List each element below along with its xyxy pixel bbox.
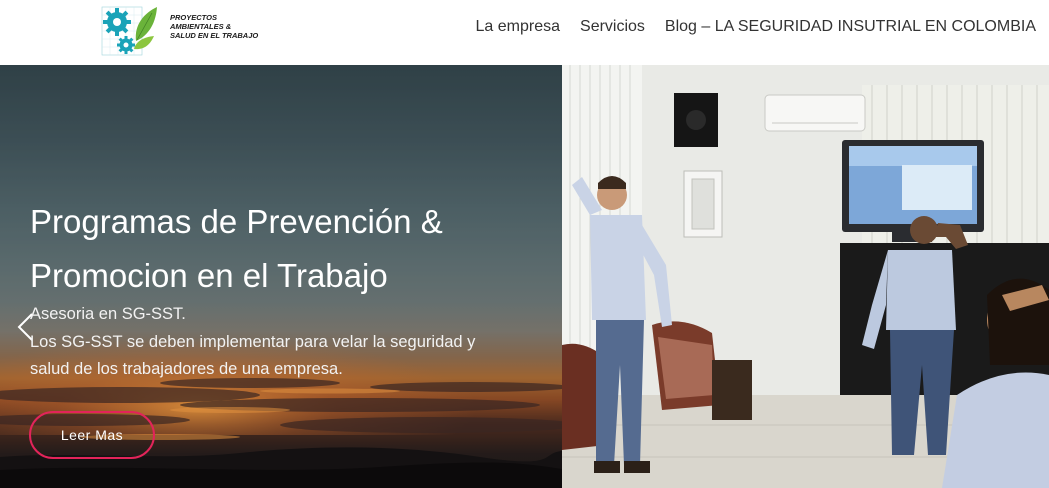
slide-title-line-2: Promocion en el Trabajo <box>30 257 388 294</box>
logo-text: PROYECTOS AMBIENTALES & SALUD EN EL TRAB… <box>170 13 258 40</box>
slide-description-line: Asesoria en SG-SST. <box>30 305 186 323</box>
site-logo[interactable]: PROYECTOS AMBIENTALES & SALUD EN EL TRAB… <box>100 5 280 57</box>
slide-description-line: salud de los trabajadores de una empresa… <box>30 360 343 378</box>
logo-line: PROYECTOS <box>170 13 217 22</box>
slide-title: Programas de Prevención & Promocion en e… <box>30 195 550 303</box>
stretching-workers-photo <box>562 65 1049 488</box>
slide-description: Asesoria en SG-SST. Los SG-SST se deben … <box>30 301 530 384</box>
office-photo-image <box>562 65 1049 488</box>
logo-line: AMBIENTALES & <box>170 22 232 31</box>
slide-description-line: Los SG-SST se deben implementar para vel… <box>30 332 476 351</box>
nav-item-la-empresa[interactable]: La empresa <box>476 17 561 37</box>
hero-slider: Programas de Prevención & Promocion en e… <box>0 65 1049 488</box>
site-header: PROYECTOS AMBIENTALES & SALUD EN EL TRAB… <box>0 0 1049 65</box>
slide-title-line-1: Programas de Prevención & <box>30 203 443 240</box>
main-nav: La empresa Servicios Blog – LA SEGURIDAD… <box>476 17 1036 37</box>
nav-item-servicios[interactable]: Servicios <box>580 17 645 37</box>
gear-leaf-logo-icon <box>101 6 157 56</box>
logo-line: SALUD EN EL TRABAJO <box>170 31 259 40</box>
leer-mas-button[interactable]: Leer Mas <box>29 411 155 459</box>
nav-item-blog[interactable]: Blog – LA SEGURIDAD INSUTRIAL EN COLOMBI… <box>665 17 1036 37</box>
